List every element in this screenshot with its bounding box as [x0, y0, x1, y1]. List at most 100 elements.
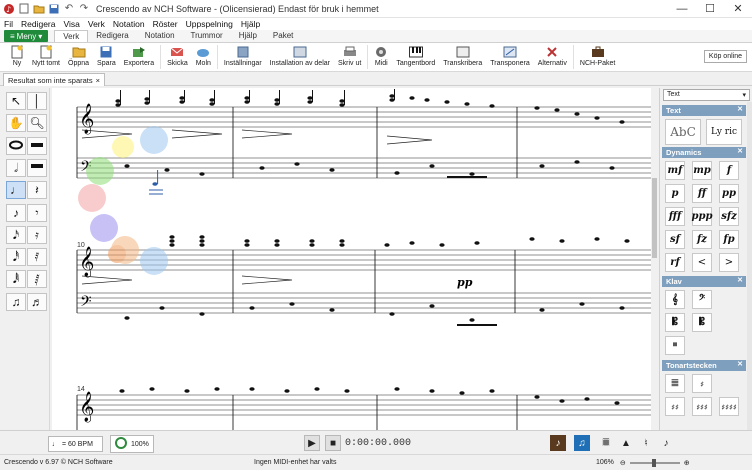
keyboard-button[interactable]: Tangentbord: [392, 43, 439, 71]
transpose-button[interactable]: Transponera: [486, 43, 533, 71]
document-tab[interactable]: Resultat som inte sparats ×: [3, 73, 106, 86]
volume-control[interactable]: 100%: [110, 435, 154, 453]
bass-clef-button[interactable]: 𝄢: [692, 290, 712, 309]
menu-playback[interactable]: Uppspelning: [186, 19, 233, 29]
menu-notation[interactable]: Notation: [113, 19, 145, 29]
collapse-icon[interactable]: ✕: [737, 105, 743, 113]
quarter-rest-button[interactable]: 𝄽: [27, 181, 47, 199]
collapse-icon[interactable]: ✕: [737, 360, 743, 368]
half-rest-button[interactable]: [27, 159, 47, 177]
note-input-button[interactable]: ♫: [574, 435, 590, 451]
minimize-button[interactable]: —: [668, 0, 696, 18]
buy-online-button[interactable]: Köp online: [703, 50, 747, 63]
close-tab-icon[interactable]: ×: [96, 76, 100, 85]
violin-button[interactable]: ♮: [638, 435, 654, 451]
menu-voices[interactable]: Röster: [153, 19, 178, 29]
redo-icon[interactable]: ↷: [78, 3, 90, 15]
dynamic-f-button[interactable]: f: [719, 161, 739, 180]
score-canvas[interactable]: 𝄞 𝄢 𝄞 𝄢 𝄞 10 14 pp: [52, 88, 658, 430]
dynamic-rf-button[interactable]: rf: [665, 253, 685, 272]
tab-verk[interactable]: Verk: [54, 30, 89, 42]
open-quick-icon[interactable]: [33, 3, 45, 15]
tab-paket[interactable]: Paket: [265, 30, 301, 42]
close-button[interactable]: ✕: [724, 0, 752, 18]
parts-setup-button[interactable]: Installation av delar: [266, 43, 334, 71]
thirtysecond-note-button[interactable]: 𝅘𝅥𝅰: [6, 248, 26, 266]
thirtysecond-rest-button[interactable]: 𝅀: [27, 248, 47, 266]
whole-note-button[interactable]: [6, 137, 26, 155]
menu-work[interactable]: Verk: [88, 19, 105, 29]
dynamics-section-header[interactable]: Dynamics ✕: [662, 147, 746, 158]
text-tool-button[interactable]: AbC: [665, 119, 701, 145]
collapse-icon[interactable]: ✕: [737, 276, 743, 284]
print-button[interactable]: Skriv ut: [334, 43, 365, 71]
scrollbar-thumb[interactable]: [652, 178, 657, 258]
export-button[interactable]: Exportera: [120, 43, 158, 71]
guitar-button[interactable]: 𝄜: [598, 435, 614, 451]
collapse-icon[interactable]: ✕: [737, 147, 743, 155]
send-button[interactable]: Skicka: [163, 43, 192, 71]
score-vertical-scrollbar[interactable]: [651, 88, 658, 430]
menu-edit[interactable]: Redigera: [21, 19, 56, 29]
transcribe-button[interactable]: Transkribera: [439, 43, 486, 71]
zoom-tool[interactable]: 🔍︎: [27, 114, 47, 132]
dynamic-fz-button[interactable]: fz: [692, 230, 712, 249]
cloud-button[interactable]: Moln: [192, 43, 215, 71]
undo-icon[interactable]: ↶: [63, 3, 75, 15]
alto-clef-button[interactable]: 𝄡: [665, 313, 685, 332]
hand-tool[interactable]: ✋: [6, 114, 26, 132]
zoom-in-icon[interactable]: ⊕: [684, 459, 690, 467]
piano-instrument-button[interactable]: ♪: [550, 435, 566, 451]
dynamic-fp-button[interactable]: fp: [719, 230, 739, 249]
key-signature-section-header[interactable]: Tonartstecken ✕: [662, 360, 746, 371]
half-note-button[interactable]: 𝅗𝅥: [6, 159, 26, 177]
tab-trummor[interactable]: Trummor: [183, 30, 231, 42]
meny-button[interactable]: ≡ Meny ▾: [4, 30, 49, 42]
save-quick-icon[interactable]: [48, 3, 60, 15]
sixteenth-note-button[interactable]: 𝅘𝅥𝅯: [6, 226, 26, 244]
text-cursor-tool[interactable]: │: [27, 92, 47, 110]
play-button[interactable]: ▶: [304, 435, 320, 451]
dynamic-p-button[interactable]: p: [665, 184, 685, 203]
tab-notation[interactable]: Notation: [137, 30, 183, 42]
crescendo-button[interactable]: <: [692, 253, 712, 272]
dynamic-sf-button[interactable]: sf: [665, 230, 685, 249]
zoom-slider-thumb[interactable]: [651, 458, 656, 467]
zoom-out-icon[interactable]: ⊖: [620, 459, 626, 467]
key-c-major-button[interactable]: 𝄚: [665, 374, 685, 393]
key-four-sharps-button[interactable]: ♯♯♯♯: [719, 397, 739, 416]
menu-file[interactable]: Fil: [4, 19, 13, 29]
dynamic-ff-button[interactable]: ff: [692, 184, 712, 203]
decrescendo-button[interactable]: >: [719, 253, 739, 272]
dynamic-pp-button[interactable]: pp: [719, 184, 739, 203]
dynamic-mp-button[interactable]: mp: [692, 161, 712, 180]
clef-section-header[interactable]: Klav ✕: [662, 276, 746, 287]
menu-view[interactable]: Visa: [63, 19, 79, 29]
tab-redigera[interactable]: Redigera: [88, 30, 136, 42]
new-button[interactable]: Ny: [6, 43, 28, 71]
key-three-sharps-button[interactable]: ♯♯♯: [692, 397, 712, 416]
tenor-clef-button[interactable]: 𝄡: [692, 313, 712, 332]
beam-pair-button[interactable]: ♬: [27, 293, 47, 311]
text-section-header[interactable]: Text ✕: [662, 105, 746, 116]
metronome-button[interactable]: ▲: [618, 435, 634, 451]
dynamic-sfz-button[interactable]: sfz: [719, 207, 739, 226]
select-arrow-tool[interactable]: ↖: [6, 92, 26, 110]
sixteenth-rest-button[interactable]: 𝄿: [27, 226, 47, 244]
tempo-control[interactable]: ♩ = 60 BPM: [48, 436, 103, 452]
new-blank-button[interactable]: Nytt tomt: [28, 43, 64, 71]
eighth-note-button[interactable]: ♪: [6, 204, 26, 222]
whole-rest-button[interactable]: [27, 137, 47, 155]
open-button[interactable]: Öppna: [64, 43, 93, 71]
new-quick-icon[interactable]: [18, 3, 30, 15]
maximize-button[interactable]: ☐: [696, 0, 724, 18]
dynamic-mf-button[interactable]: mf: [665, 161, 685, 180]
sixtyfourth-note-button[interactable]: 𝅘𝅥𝅱: [6, 270, 26, 288]
key-two-sharps-button[interactable]: ♯♯: [665, 397, 685, 416]
panel-dropdown[interactable]: Text ▾: [663, 89, 750, 101]
tab-hjalp[interactable]: Hjälp: [231, 30, 265, 42]
treble-clef-button[interactable]: 𝄞: [665, 290, 685, 309]
options-button[interactable]: Alternativ: [534, 43, 571, 71]
settings-button[interactable]: Inställningar: [220, 43, 266, 71]
menu-help[interactable]: Hjälp: [241, 19, 260, 29]
